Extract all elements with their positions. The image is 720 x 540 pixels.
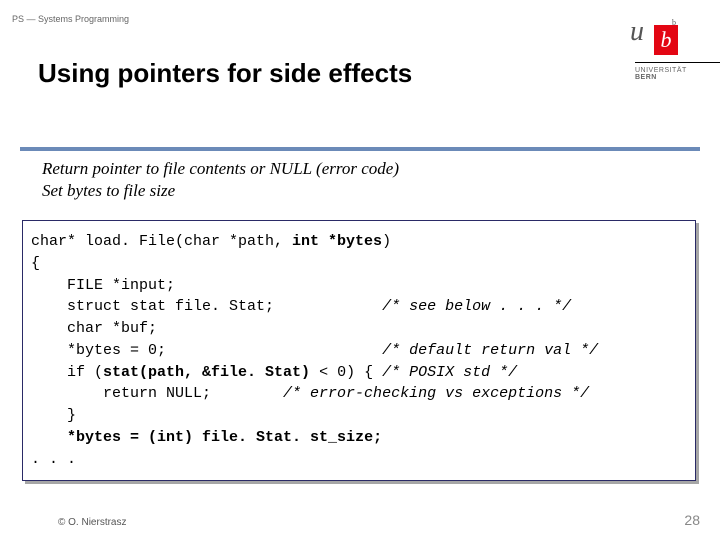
university-logo: u b b UNIVERSITÄT BERN — [610, 0, 720, 120]
slide-title: Using pointers for side effects — [38, 58, 412, 89]
code-block: char* load. File(char *path, int *bytes)… — [22, 220, 696, 481]
page-number: 28 — [684, 512, 700, 528]
copyright: © O. Nierstrasz — [58, 517, 127, 528]
logo-b-letter: b — [654, 25, 678, 55]
course-label: PS — Systems Programming — [12, 14, 129, 24]
description: Return pointer to file contents or NULL … — [42, 158, 660, 202]
code-content: char* load. File(char *path, int *bytes)… — [31, 231, 687, 470]
university-line2: BERN — [635, 74, 720, 81]
university-line1: UNIVERSITÄT — [635, 67, 720, 74]
header: PS — Systems Programming Using pointers … — [0, 0, 720, 120]
description-line2: Set bytes to file size — [42, 180, 660, 202]
divider-rule — [20, 147, 700, 151]
footer: © O. Nierstrasz 28 — [58, 512, 700, 528]
university-name: UNIVERSITÄT BERN — [635, 62, 720, 94]
description-line1: Return pointer to file contents or NULL … — [42, 158, 660, 180]
logo-u-letter: u — [630, 18, 644, 46]
